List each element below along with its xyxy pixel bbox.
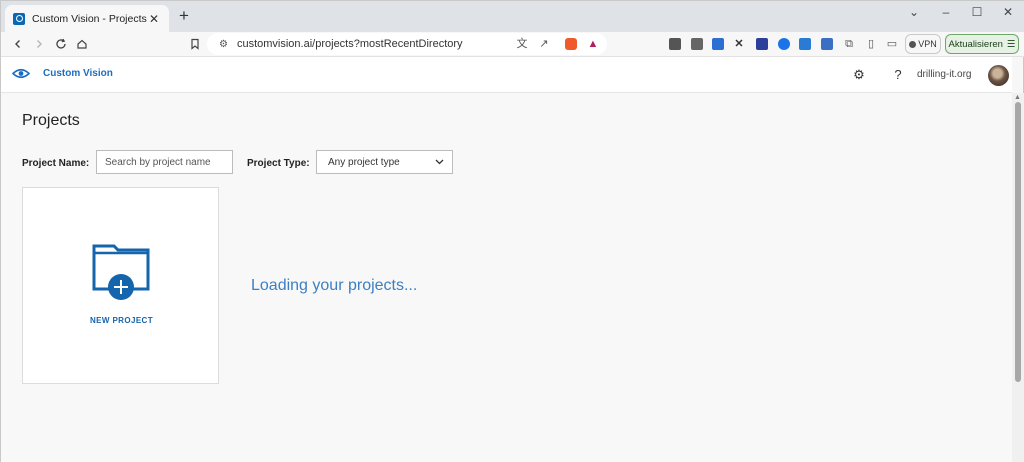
brave-shields-icon[interactable] bbox=[565, 38, 577, 50]
new-project-folder-icon bbox=[92, 244, 150, 300]
site-settings-icon[interactable]: ⚙ bbox=[219, 39, 228, 50]
share-icon[interactable]: ↗ bbox=[537, 37, 551, 51]
menu-icon: ☰ bbox=[1006, 38, 1016, 50]
bookmark-icon[interactable] bbox=[187, 36, 203, 52]
close-window-icon[interactable]: ✕ bbox=[993, 5, 1023, 19]
translate-icon[interactable]: 文 bbox=[515, 37, 529, 51]
browser-toolbar: ⚙ customvision.ai/projects?mostRecentDir… bbox=[1, 32, 1024, 57]
new-project-label: NEW PROJECT bbox=[89, 316, 154, 325]
update-label: Aktualisieren bbox=[948, 38, 1003, 50]
extension-x-icon[interactable]: ✕ bbox=[732, 37, 746, 51]
extension-calendar-icon[interactable] bbox=[712, 38, 724, 50]
sidebar-icon[interactable]: ▯ bbox=[864, 37, 878, 51]
maximize-icon[interactable]: ☐ bbox=[962, 5, 992, 19]
tab-custom-vision[interactable]: Custom Vision - Projects ✕ bbox=[5, 5, 169, 32]
update-button[interactable]: Aktualisieren ☰ bbox=[945, 34, 1019, 54]
account-domain[interactable]: drilling-it.org bbox=[917, 69, 971, 80]
extension-screenshot-icon[interactable] bbox=[691, 38, 703, 50]
extension-translate-icon[interactable] bbox=[821, 38, 833, 50]
back-icon[interactable] bbox=[10, 36, 26, 52]
extension-printer-icon[interactable] bbox=[669, 38, 681, 50]
new-tab-button[interactable]: + bbox=[175, 7, 193, 25]
wallet-icon[interactable]: ▭ bbox=[885, 37, 899, 51]
scrollbar-thumb[interactable] bbox=[1015, 102, 1021, 382]
extension-doc-icon[interactable] bbox=[799, 38, 811, 50]
tab-search-chevron-icon[interactable]: ⌄ bbox=[899, 5, 929, 19]
vpn-button[interactable]: VPN bbox=[905, 34, 941, 54]
scroll-up-icon[interactable]: ▲ bbox=[1014, 94, 1021, 101]
app-name-link[interactable]: Custom Vision bbox=[43, 68, 113, 79]
help-icon[interactable]: ? bbox=[890, 67, 906, 82]
project-name-label: Project Name: bbox=[22, 158, 90, 169]
forward-icon[interactable] bbox=[31, 36, 47, 52]
app-header: Custom Vision ⚙ ? drilling-it.org bbox=[1, 57, 1012, 93]
page-scrollbar[interactable]: ▲ bbox=[1012, 93, 1024, 462]
tab-title: Custom Vision - Projects bbox=[32, 12, 147, 25]
project-type-value: Any project type bbox=[328, 156, 400, 168]
project-type-select[interactable]: Any project type bbox=[316, 150, 453, 174]
search-input[interactable] bbox=[96, 150, 233, 174]
home-icon[interactable] bbox=[74, 36, 90, 52]
project-type-label: Project Type: bbox=[247, 158, 310, 169]
extension-grid-icon[interactable] bbox=[756, 38, 768, 50]
extension-circle-icon[interactable] bbox=[778, 38, 790, 50]
tab-close-icon[interactable]: ✕ bbox=[147, 12, 161, 26]
tab-strip: Custom Vision - Projects ✕ + ⌄ – ☐ ✕ bbox=[1, 1, 1024, 32]
extensions-puzzle-icon[interactable]: ⧉ bbox=[842, 37, 856, 51]
eye-icon[interactable] bbox=[12, 67, 30, 80]
avatar[interactable] bbox=[988, 65, 1009, 86]
new-project-card[interactable]: NEW PROJECT bbox=[22, 187, 219, 384]
custom-vision-favicon-icon bbox=[13, 12, 25, 25]
brave-rewards-icon[interactable]: ▲ bbox=[586, 37, 600, 51]
browser-window: Custom Vision - Projects ✕ + ⌄ – ☐ ✕ ⚙ c… bbox=[0, 0, 1024, 462]
reload-icon[interactable] bbox=[53, 36, 69, 52]
chevron-down-icon bbox=[435, 159, 444, 165]
page-title: Projects bbox=[22, 112, 80, 129]
vpn-label: VPN bbox=[918, 39, 937, 49]
minimize-icon[interactable]: – bbox=[931, 5, 961, 19]
url-text[interactable]: customvision.ai/projects?mostRecentDirec… bbox=[237, 38, 607, 50]
settings-gear-icon[interactable]: ⚙ bbox=[851, 67, 867, 83]
loading-message: Loading your projects... bbox=[251, 277, 418, 294]
page-content: Custom Vision ⚙ ? drilling-it.org Projec… bbox=[1, 57, 1012, 462]
vpn-status-icon bbox=[909, 40, 917, 48]
